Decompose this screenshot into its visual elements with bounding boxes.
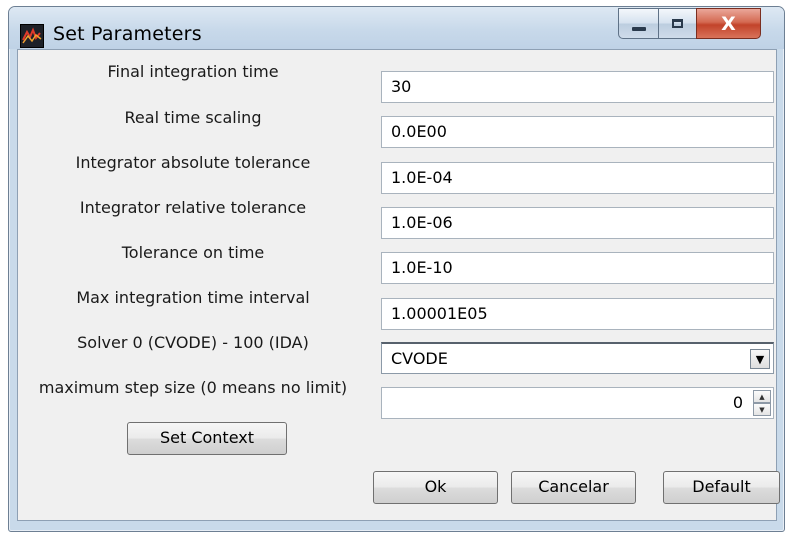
solver-selected-value: CVODE <box>391 349 448 368</box>
max-step-label: maximum step size (0 means no limit) <box>38 378 348 397</box>
max-interval-label: Max integration time interval <box>76 288 310 307</box>
default-button[interactable]: Default <box>663 471 780 504</box>
realtime-scaling-input[interactable]: 0.0E00 <box>381 116 774 148</box>
rel-tolerance-label: Integrator relative tolerance <box>79 198 307 217</box>
title-bar[interactable]: Set Parameters X <box>9 7 784 49</box>
solver-label: Solver 0 (CVODE) - 100 (IDA) <box>77 333 309 352</box>
close-button[interactable]: X <box>696 8 761 39</box>
realtime-scaling-label: Real time scaling <box>124 108 262 127</box>
solver-select[interactable]: CVODE ▼ <box>381 342 774 374</box>
time-tolerance-label: Tolerance on time <box>121 243 265 262</box>
minimize-icon <box>631 26 646 31</box>
window-title: Set Parameters <box>53 23 202 45</box>
maximize-button[interactable] <box>658 8 696 39</box>
final-time-label: Final integration time <box>107 62 279 81</box>
caption-buttons: X <box>618 8 761 41</box>
set-parameters-window: Set Parameters X Final integration time … <box>8 6 785 532</box>
max-interval-input[interactable]: 1.00001E05 <box>381 298 774 330</box>
close-icon: X <box>721 12 736 35</box>
dropdown-arrow-icon[interactable]: ▼ <box>750 349 770 369</box>
spinner-up-icon[interactable]: ▲ <box>753 390 771 403</box>
abs-tolerance-label: Integrator absolute tolerance <box>75 153 311 172</box>
ok-button[interactable]: Ok <box>373 471 498 504</box>
rel-tolerance-input[interactable]: 1.0E-06 <box>381 207 774 239</box>
final-time-input[interactable]: 30 <box>381 71 774 103</box>
set-context-button[interactable]: Set Context <box>127 422 287 455</box>
time-tolerance-input[interactable]: 1.0E-10 <box>381 252 774 284</box>
max-step-spinner[interactable]: 0 ▲ ▼ <box>381 387 774 419</box>
cancel-button[interactable]: Cancelar <box>511 471 636 504</box>
abs-tolerance-input[interactable]: 1.0E-04 <box>381 162 774 194</box>
parameters-panel: Final integration time 30 Real time scal… <box>17 49 780 521</box>
maximize-icon <box>672 19 683 28</box>
max-step-value: 0 <box>732 393 743 412</box>
minimize-button[interactable] <box>618 8 658 39</box>
spinner-down-icon[interactable]: ▼ <box>753 403 771 416</box>
app-icon <box>20 24 44 48</box>
